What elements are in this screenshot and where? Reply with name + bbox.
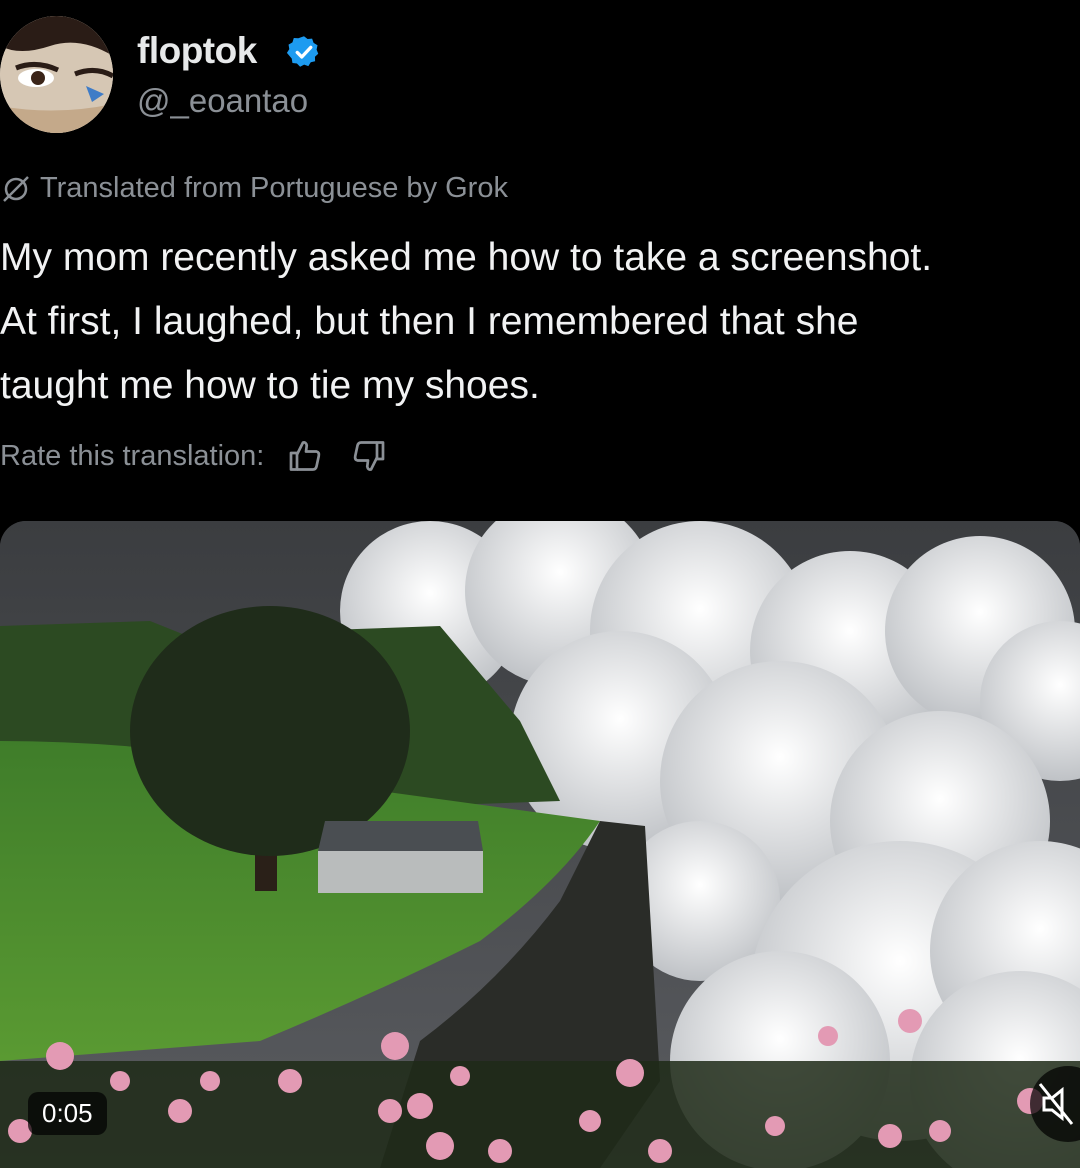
thumbs-up-icon[interactable] (286, 436, 326, 476)
translation-notice: Translated from Portuguese by Grok (0, 172, 508, 205)
tweet-text: My mom recently asked me how to take a s… (0, 236, 933, 407)
tweet-header: floptok @_eoantao (0, 16, 1080, 136)
video-player[interactable]: 0:05 (0, 521, 1080, 1168)
display-name[interactable]: floptok (137, 30, 257, 72)
rate-translation-label: Rate this translation: (0, 439, 265, 472)
speaker-muted-icon[interactable] (1030, 1066, 1080, 1142)
avatar[interactable] (0, 16, 113, 133)
rate-translation: Rate this translation: (0, 436, 388, 476)
handle[interactable]: @_eoantao (137, 82, 308, 120)
translation-notice-text: Translated from Portuguese by Grok (40, 172, 508, 204)
verified-badge-icon (286, 34, 322, 70)
video-thumbnail (0, 521, 1080, 1168)
thumbs-down-icon[interactable] (348, 436, 388, 476)
grok-icon (0, 173, 32, 205)
video-timestamp: 0:05 (28, 1092, 107, 1135)
